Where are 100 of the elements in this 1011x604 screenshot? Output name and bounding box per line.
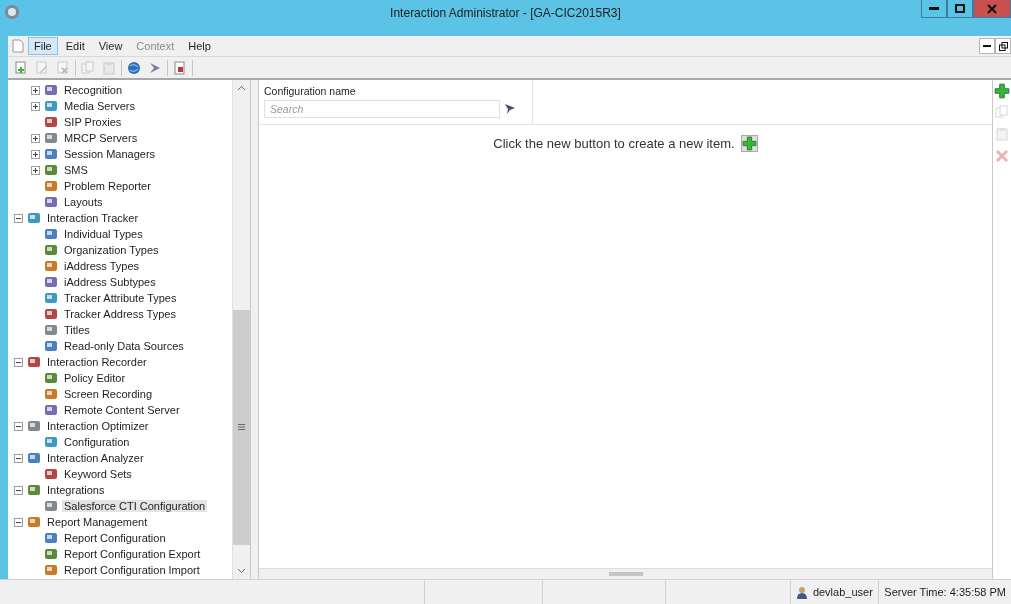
window-title: Interaction Administrator - [GA-CIC2015R3] [389,6,622,20]
tree-item[interactable]: SMS [62,164,90,176]
close-button[interactable] [973,0,1011,18]
tree-item[interactable]: SIP Proxies [62,116,124,128]
item-icon [44,371,58,385]
search-field[interactable]: Search [264,100,500,118]
tree-item[interactable]: iAddress Subtypes [62,276,158,288]
item-icon [27,211,41,225]
menu-item[interactable]: View [92,37,129,55]
expand-icon[interactable] [31,165,40,175]
tree-item[interactable]: Problem Reporter [62,180,153,192]
tree-item[interactable]: Layouts [62,196,105,208]
copy-icon [81,60,95,75]
item-icon [44,547,58,561]
tree-item[interactable]: Interaction Analyzer [45,452,146,464]
tree-item[interactable]: Remote Content Server [62,404,182,416]
item-icon [44,323,58,337]
tree-item[interactable]: Salesforce CTI Configuration [62,500,208,512]
item-icon [27,451,41,465]
close-icon [987,3,997,14]
tree-item[interactable]: Individual Types [62,228,145,240]
menu-item[interactable]: File [28,37,58,55]
item-icon [44,435,58,449]
new-item-icon [741,136,757,151]
collapse-icon[interactable] [14,517,23,527]
globe-icon [127,60,141,75]
collapse-icon[interactable] [14,453,23,463]
item-icon [27,419,41,433]
collapse-icon[interactable] [14,485,23,495]
tree-item[interactable]: Interaction Tracker [45,212,141,224]
tree-item[interactable]: Organization Types [62,244,161,256]
tree-item[interactable]: Keyword Sets [62,468,134,480]
restore-icon [998,41,1008,51]
expand-icon[interactable] [31,149,40,159]
minimize-icon [983,44,991,48]
tree-item[interactable]: Report Management [45,516,150,528]
tree-item[interactable]: Interaction Recorder [45,356,149,368]
minimize-button[interactable] [921,0,947,18]
grip-icon [608,572,643,576]
tree-item[interactable]: Titles [62,324,92,336]
scrollbar[interactable] [259,568,992,579]
minimize-button[interactable] [979,38,995,54]
item-icon [27,515,41,529]
user-name: devlab_user [812,586,873,598]
column-header: Configuration name [264,85,357,97]
tree-item[interactable]: Report Configuration [62,532,168,544]
tree-item[interactable]: Report Configuration Export [62,548,203,560]
tree-item[interactable]: Tracker Attribute Types [62,292,179,304]
server-time: Server Time: 4:35:58 PM [884,586,1006,598]
item-icon [44,499,58,513]
tree-item[interactable]: Policy Editor [62,372,128,384]
item-icon [44,307,58,321]
item-icon [44,179,58,193]
expand-icon[interactable] [31,101,40,111]
expand-icon[interactable] [31,85,40,95]
item-icon [44,163,58,177]
item-icon [27,355,41,369]
plus-icon [994,83,1010,99]
tree-item[interactable]: iAddress Types [62,260,141,272]
menu-item[interactable]: Help [182,37,217,55]
expand-icon[interactable] [31,133,40,143]
delete-icon [995,149,1009,163]
app-icon [4,4,20,20]
action-button[interactable] [994,83,1010,99]
tree-item[interactable]: Configuration [62,436,132,448]
tree-item[interactable]: Session Managers [62,148,158,160]
item-icon [44,83,58,97]
user-icon [795,585,808,599]
scrollbar[interactable] [232,80,250,579]
item-icon [44,467,58,481]
tree-item[interactable]: Read-only Data Sources [62,340,186,352]
tree-item[interactable]: MRCP Servers [62,132,140,144]
document-icon [12,39,24,53]
tree-item[interactable]: Recognition [62,84,125,96]
item-icon [44,131,58,145]
maximize-icon [955,4,965,13]
tree-item[interactable]: Screen Recording [62,388,155,400]
empty-message: Click the new button to create a new item. [493,136,735,151]
tree-item[interactable]: Media Servers [62,100,137,112]
new-document-icon [14,60,28,75]
collapse-icon[interactable] [14,357,23,367]
item-icon [44,259,58,273]
item-icon [44,403,58,417]
report-icon [173,60,187,75]
menu-item[interactable]: Edit [59,37,91,55]
paste-icon [102,60,116,75]
collapse-icon[interactable] [14,421,23,431]
maximize-button[interactable] [947,0,973,18]
restore-button[interactable] [995,38,1011,54]
edit-icon [35,60,49,75]
tree-item[interactable]: Report Configuration Import [62,564,202,576]
minimize-icon [929,6,939,11]
item-icon [44,99,58,113]
collapse-icon[interactable] [14,213,23,223]
delete-document-icon [56,60,70,75]
tree-item[interactable]: Tracker Address Types [62,308,178,320]
tree-item[interactable]: Integrations [45,484,107,496]
item-icon [44,387,58,401]
tree-item[interactable]: Interaction Optimizer [45,420,151,432]
grip-icon [238,424,245,431]
